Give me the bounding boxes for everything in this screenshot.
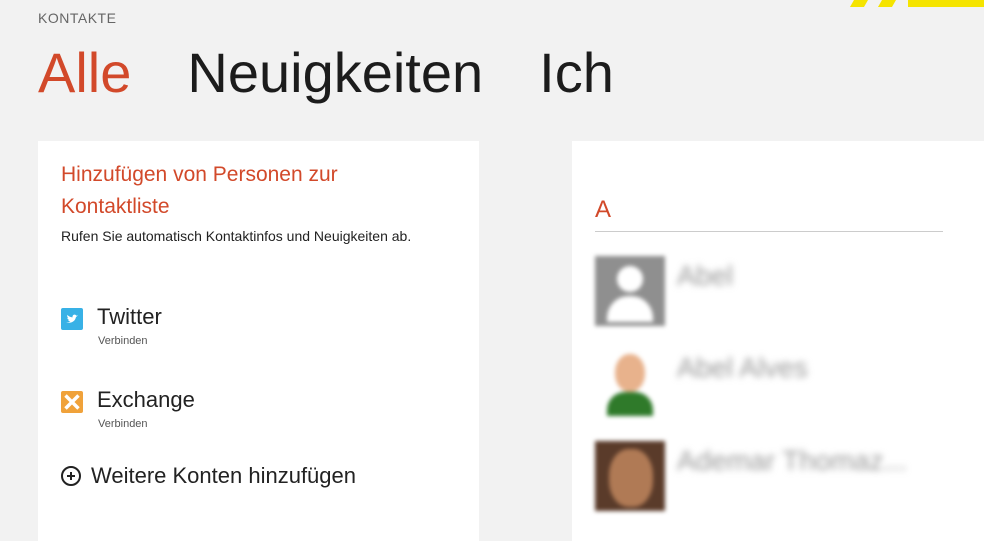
connect-link-exchange[interactable]: Verbinden — [98, 418, 148, 430]
avatar — [595, 348, 665, 418]
account-name-twitter: Twitter — [97, 304, 162, 329]
contacts-list-panel: A Abel Abel Alves Ademar Thomaz... — [572, 141, 984, 541]
group-letter-header[interactable]: A — [595, 196, 611, 224]
app-title: KONTAKTE — [38, 10, 117, 26]
twitter-icon — [61, 308, 83, 330]
add-circle-icon — [61, 466, 81, 486]
contact-name: Abel — [677, 260, 734, 291]
pivot-tabs: Alle Neuigkeiten Ich — [38, 38, 614, 108]
contact-item[interactable]: Ademar Thomaz... — [595, 441, 955, 513]
tab-neuigkeiten[interactable]: Neuigkeiten — [187, 38, 483, 108]
avatar — [595, 256, 665, 326]
tab-alle[interactable]: Alle — [38, 38, 131, 108]
contact-item[interactable]: Abel Alves — [595, 348, 955, 420]
contact-name: Abel Alves — [677, 352, 808, 383]
top-accent-decoration — [844, 0, 984, 8]
add-contacts-heading: Hinzufügen von Personen zur Kontaktliste — [61, 163, 338, 218]
tab-ich[interactable]: Ich — [539, 38, 614, 108]
connect-link-twitter[interactable]: Verbinden — [98, 335, 148, 347]
add-more-accounts-button[interactable]: Weitere Konten hinzufügen — [61, 463, 356, 489]
group-divider — [595, 231, 943, 232]
contact-name: Ademar Thomaz... — [677, 445, 907, 476]
exchange-icon — [61, 391, 83, 413]
add-contacts-description: Rufen Sie automatisch Kontaktinfos und N… — [61, 228, 412, 244]
contact-item[interactable]: Abel — [595, 256, 955, 328]
account-name-exchange: Exchange — [97, 387, 195, 412]
add-contacts-panel: Hinzufügen von Personen zur Kontaktliste… — [38, 141, 479, 541]
add-more-accounts-label: Weitere Konten hinzufügen — [91, 463, 356, 488]
avatar — [595, 441, 665, 511]
